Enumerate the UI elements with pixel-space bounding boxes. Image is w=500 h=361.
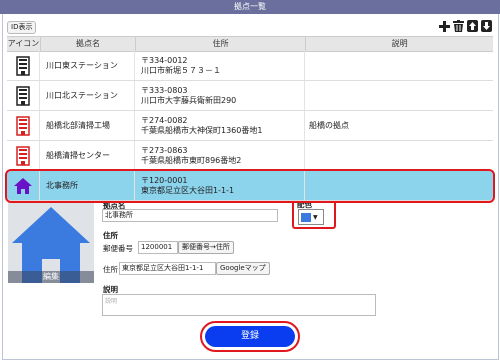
location-address: 〒273-0863 千葉県船橋市東町896番地2	[135, 141, 305, 170]
google-map-button[interactable]: Googleマップ	[216, 262, 270, 275]
location-name: 船橋北部清掃工場	[40, 111, 135, 140]
location-address-line: 千葉県船橋市東町896番地2	[141, 155, 242, 165]
zip-input[interactable]: 1200001	[138, 241, 178, 254]
building-icon	[7, 141, 40, 170]
table-row[interactable]: 川口東ステーション 〒334-0012 川口市新堀５７３－１	[7, 51, 493, 81]
location-zip: 〒273-0863	[141, 145, 188, 155]
location-description: 船橋の拠点	[309, 121, 349, 130]
plus-icon[interactable]	[438, 20, 450, 32]
location-name: 川口東ステーション	[40, 51, 135, 80]
header-name[interactable]: 拠点名	[41, 37, 137, 51]
location-zip: 〒274-0082	[141, 115, 188, 125]
address-field-label: 住所	[103, 265, 118, 274]
location-address: 〒334-0012 川口市新堀５７３－１	[135, 51, 305, 80]
location-address: 〒120-0001 東京都足立区大谷田1-1-1	[135, 171, 305, 200]
location-address: 〒333-0803 川口市大字藤兵衛新田290	[135, 81, 305, 110]
table-header: アイコン 拠点名 住所 説明	[7, 36, 493, 52]
location-name: 川口北ステーション	[40, 81, 135, 110]
building-icon	[7, 111, 40, 140]
submit-button[interactable]: 登録	[205, 326, 295, 347]
table-row[interactable]: 船橋清掃センター 〒273-0863 千葉県船橋市東町896番地2	[7, 141, 493, 171]
color-select[interactable]: ▼	[298, 209, 324, 225]
location-address-line: 東京都足立区大谷田1-1-1	[141, 185, 235, 195]
location-description	[305, 81, 493, 110]
move-up-icon[interactable]	[466, 20, 478, 32]
location-zip: 〒333-0803	[141, 85, 188, 95]
home-icon	[7, 171, 40, 200]
location-list: 川口東ステーション 〒334-0012 川口市新堀５７３－１ 川口北ステーション…	[5, 51, 495, 203]
toolbar	[438, 20, 492, 32]
location-description	[305, 171, 493, 200]
location-zip: 〒120-0001	[141, 175, 188, 185]
description-textarea[interactable]: 説明	[102, 294, 376, 316]
trash-icon[interactable]	[452, 20, 464, 32]
description-placeholder: 説明	[105, 298, 118, 305]
building-icon	[7, 51, 40, 80]
id-toggle-button[interactable]: ID表示	[7, 21, 37, 34]
location-name: 北事務所	[40, 171, 135, 200]
location-address-line: 千葉県船橋市大神保町1360番地1	[141, 125, 263, 135]
zip-to-address-button[interactable]: 郵便番号→住所	[178, 241, 234, 254]
location-zip: 〒334-0012	[141, 55, 188, 65]
location-icon-preview[interactable]: 編集	[8, 199, 94, 283]
location-name: 船橋清掃センター	[40, 141, 135, 170]
building-icon	[7, 81, 40, 110]
location-address: 〒274-0082 千葉県船橋市大神保町1360番地1	[135, 111, 305, 140]
move-down-icon[interactable]	[480, 20, 492, 32]
location-address-line: 川口市大字藤兵衛新田290	[141, 95, 237, 105]
edit-icon-button[interactable]: 編集	[8, 271, 94, 283]
color-swatch	[301, 212, 311, 222]
chevron-down-icon: ▼	[313, 213, 318, 221]
window-title: 拠点一覧	[0, 0, 500, 14]
name-input[interactable]: 北事務所	[102, 209, 278, 222]
location-description	[305, 141, 493, 170]
table-row-selected[interactable]: 北事務所 〒120-0001 東京都足立区大谷田1-1-1	[5, 169, 495, 203]
zip-label: 郵便番号	[103, 244, 133, 253]
table-row[interactable]: 川口北ステーション 〒333-0803 川口市大字藤兵衛新田290	[7, 81, 493, 111]
header-icon[interactable]: アイコン	[7, 37, 41, 51]
location-description	[305, 51, 493, 80]
header-address[interactable]: 住所	[136, 37, 307, 51]
address-input[interactable]: 東京都足立区大谷田1-1-1	[119, 262, 216, 275]
address-section-label: 住所	[103, 231, 118, 240]
table-row[interactable]: 船橋北部清掃工場 〒274-0082 千葉県船橋市大神保町1360番地1 船橋の…	[7, 111, 493, 141]
location-address-line: 川口市新堀５７３－１	[141, 65, 221, 75]
header-description[interactable]: 説明	[306, 37, 493, 51]
